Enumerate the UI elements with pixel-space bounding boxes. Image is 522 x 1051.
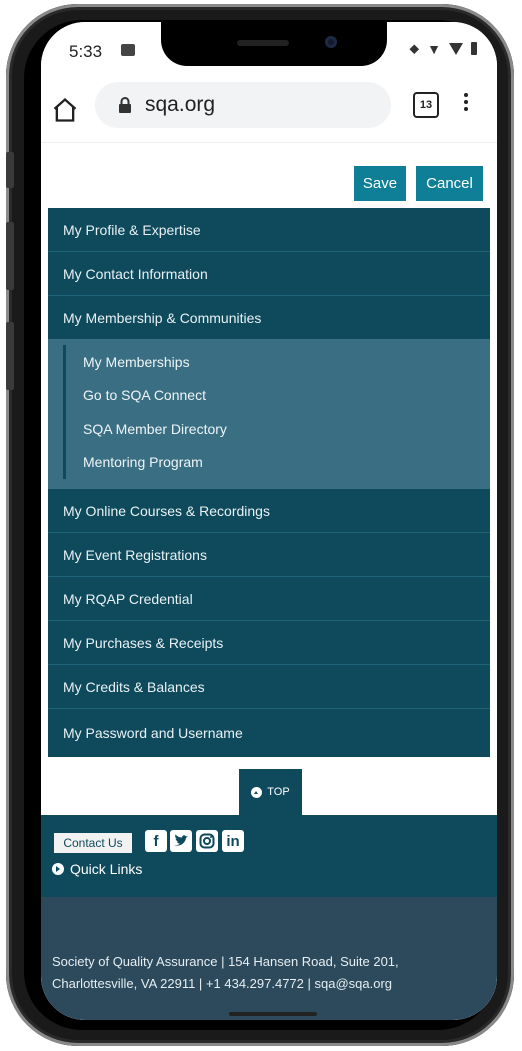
menu-item-credits-balances[interactable]: My Credits & Balances (48, 665, 490, 709)
menu-item-contact-information[interactable]: My Contact Information (48, 252, 490, 296)
speaker-grill (237, 40, 289, 46)
menu-item-membership-communities[interactable]: My Membership & Communities (48, 296, 490, 339)
twitter-icon[interactable] (170, 830, 192, 852)
back-to-top-button[interactable]: TOP (239, 769, 302, 815)
chevron-right-icon (52, 863, 64, 875)
url-text: sqa.org (145, 93, 216, 116)
submenu-item-mentoring-program[interactable]: Mentoring Program (63, 445, 490, 479)
chevron-up-icon (251, 786, 263, 798)
save-button[interactable]: Save (354, 166, 406, 201)
submenu-item-member-directory[interactable]: SQA Member Directory (63, 412, 490, 446)
address-bar[interactable]: sqa.org (95, 82, 391, 128)
cancel-button[interactable]: Cancel (416, 166, 483, 201)
notch (161, 22, 387, 66)
image-icon (121, 44, 135, 56)
volume-up-button (6, 222, 14, 290)
facebook-icon[interactable]: f (145, 830, 167, 852)
lock-icon (119, 97, 131, 113)
wifi-icon: ▼ (427, 40, 441, 57)
contact-us-button[interactable]: Contact Us (54, 833, 132, 853)
address-line-2: Charlottesville, VA 22911 | +1 434.297.4… (52, 976, 392, 991)
membership-submenu: My Memberships Go to SQA Connect SQA Mem… (48, 339, 490, 489)
phone-screen: 5:33 ⬥ ▼ sqa.org 13 Save Cancel My Profi… (41, 22, 497, 1020)
top-label: TOP (267, 786, 290, 798)
menu-item-purchases-receipts[interactable]: My Purchases & Receipts (48, 621, 490, 665)
status-bar: 5:33 ⬥ ▼ (41, 22, 497, 78)
submenu-item-my-memberships[interactable]: My Memberships (63, 345, 490, 379)
address-line-1: Society of Quality Assurance | 154 Hanse… (52, 954, 399, 969)
menu-item-password-username[interactable]: My Password and Username (48, 709, 490, 757)
status-icons: ⬥ ▼ (409, 40, 477, 57)
battery-icon (471, 42, 477, 55)
submenu-item-sqa-connect[interactable]: Go to SQA Connect (63, 378, 490, 412)
home-icon[interactable] (51, 96, 79, 124)
page-content: Save Cancel My Profile & Expertise My Co… (41, 143, 497, 1020)
volume-down-button (6, 322, 14, 390)
status-time: 5:33 (69, 42, 103, 61)
account-menu: My Profile & Expertise My Contact Inform… (48, 208, 490, 757)
quick-links-label: Quick Links (70, 861, 143, 877)
linkedin-icon[interactable]: in (222, 830, 244, 852)
menu-item-online-courses[interactable]: My Online Courses & Recordings (48, 489, 490, 533)
signal-icon (449, 42, 463, 55)
location-icon: ⬥ (409, 40, 420, 56)
mute-switch (6, 152, 14, 188)
footer-address: Society of Quality Assurance | 154 Hanse… (41, 897, 497, 1020)
home-indicator[interactable] (229, 1012, 317, 1016)
browser-menu-icon[interactable] (463, 90, 469, 118)
instagram-icon[interactable] (196, 830, 218, 852)
tab-switcher-icon[interactable]: 13 (413, 92, 439, 118)
menu-item-profile-expertise[interactable]: My Profile & Expertise (48, 208, 490, 252)
organization-address: Society of Quality Assurance | 154 Hanse… (52, 951, 492, 995)
quick-links-toggle[interactable]: Quick Links (52, 861, 142, 877)
footer-links: Contact Us f in Quick Links (41, 815, 497, 897)
menu-item-rqap-credential[interactable]: My RQAP Credential (48, 577, 490, 621)
menu-item-event-registrations[interactable]: My Event Registrations (48, 533, 490, 577)
front-camera (325, 36, 337, 48)
browser-toolbar: sqa.org 13 (41, 78, 497, 143)
